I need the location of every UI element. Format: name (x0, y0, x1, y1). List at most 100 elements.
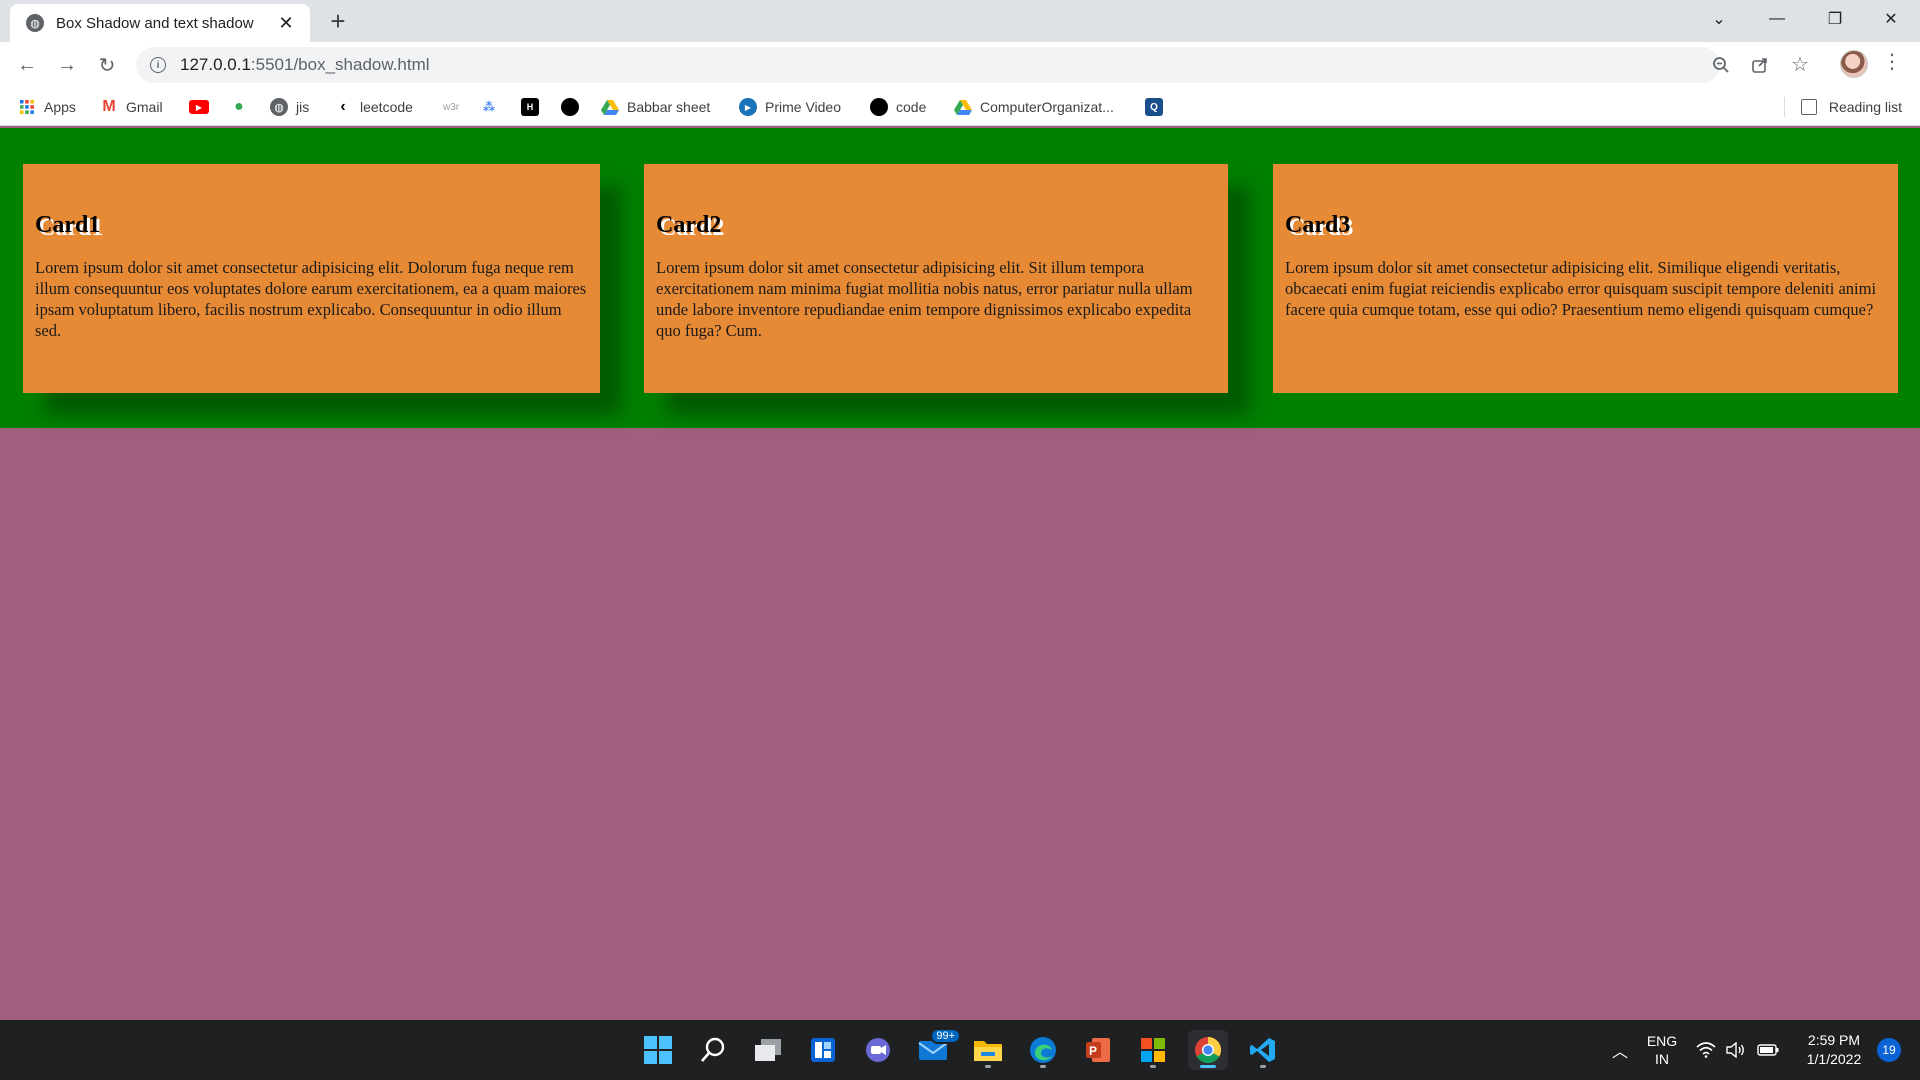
bookmark-graph[interactable]: ⁂ (480, 97, 506, 117)
close-window-button[interactable]: ✕ (1862, 0, 1920, 38)
bookmark-code[interactable]: code (870, 97, 926, 117)
tab-title: Box Shadow and text shadow (56, 14, 254, 32)
card-text: Lorem ipsum dolor sit amet consectetur a… (1285, 258, 1877, 319)
site-info-icon[interactable]: i (150, 57, 166, 73)
bookmark-label: leetcode (360, 99, 413, 115)
globe-icon: ◍ (270, 98, 288, 116)
widgets-icon[interactable] (803, 1030, 843, 1070)
search-icon[interactable] (693, 1030, 733, 1070)
teams-chat-icon[interactable] (858, 1030, 898, 1070)
mail-badge: 99+ (930, 1028, 961, 1044)
address-bar[interactable]: i 127.0.0.1:5501/box_shadow.html ☆ (136, 47, 1809, 83)
youtube-icon: ▶ (189, 100, 209, 114)
show-hidden-icons-chevron[interactable]: ︿ (1606, 1020, 1634, 1080)
clock-date: 1/1/2022 (1806, 1051, 1862, 1067)
clock[interactable]: 2:59 PM 1/1/2022 (1796, 1020, 1872, 1080)
bookmark-youtube[interactable]: ▶ (189, 97, 217, 117)
bookmark-computer-organization[interactable]: ComputerOrganizat... (954, 97, 1114, 117)
bookmark-label: Prime Video (765, 99, 842, 115)
minimize-button[interactable]: — (1748, 0, 1806, 38)
share-icon[interactable] (1749, 54, 1771, 76)
running-indicator (1150, 1065, 1156, 1068)
card-title: Card2 (656, 212, 722, 238)
profile-avatar[interactable] (1840, 50, 1868, 78)
forward-button[interactable]: → (53, 51, 81, 79)
github-icon (870, 98, 888, 116)
office-apps-icon[interactable] (1133, 1030, 1173, 1070)
url-path: :5501/box_shadow.html (250, 55, 430, 74)
reload-button[interactable]: ↻ (93, 51, 121, 79)
bookmark-label: Apps (44, 99, 76, 115)
bookmark-label: Gmail (126, 99, 163, 115)
search-bookmark-icon: Q (1145, 98, 1163, 116)
leetcode-icon: ‹ (340, 98, 346, 115)
battery-icon[interactable] (1756, 1020, 1780, 1080)
volume-icon[interactable] (1726, 1020, 1746, 1080)
apps-grid-icon (18, 98, 36, 116)
wifi-icon[interactable] (1696, 1020, 1716, 1080)
running-indicator (1040, 1065, 1046, 1068)
reading-list-icon (1800, 99, 1817, 115)
menu-kebab-icon[interactable]: ⋮ (1882, 52, 1902, 72)
powerpoint-icon[interactable]: P (1078, 1030, 1118, 1070)
url-text: 127.0.0.1:5501/box_shadow.html (180, 55, 430, 75)
bookmark-w3schools[interactable]: w3r (440, 97, 470, 117)
google-drive-icon (601, 98, 619, 116)
hackerrank-icon: H (521, 98, 539, 116)
task-view-icon[interactable] (748, 1030, 788, 1070)
restore-button[interactable]: ❐ (1806, 0, 1864, 38)
bookmark-maps[interactable]: ● (230, 97, 256, 117)
card-1: Card1 Lorem ipsum dolor sit amet consect… (23, 164, 600, 393)
file-explorer-icon[interactable] (968, 1030, 1008, 1070)
bookmark-label: code (896, 99, 927, 115)
reading-list-button[interactable]: Reading list (1783, 97, 1902, 117)
running-indicator (1200, 1065, 1216, 1068)
bookmark-gmail[interactable]: M Gmail (100, 97, 163, 117)
notification-center[interactable]: 19 (1876, 1020, 1902, 1080)
card-3: Card3 Lorem ipsum dolor sit amet consect… (1273, 164, 1898, 393)
zoom-icon[interactable] (1710, 54, 1732, 76)
edge-icon[interactable] (1023, 1030, 1063, 1070)
bookmarks-bar: Apps M Gmail ▶ ● ◍ jis ‹ leetcode w3r ⁂ … (0, 88, 1920, 126)
running-indicator (985, 1065, 991, 1068)
mail-icon[interactable]: 99+ (913, 1028, 961, 1070)
chrome-icon[interactable] (1188, 1030, 1228, 1070)
back-button[interactable]: ← (13, 51, 41, 79)
new-tab-button[interactable]: + (324, 7, 352, 35)
tab-search-chevron-icon[interactable]: ⌄ (1690, 0, 1748, 38)
vscode-icon[interactable] (1243, 1030, 1283, 1070)
bookmark-jis[interactable]: ◍ jis (270, 97, 309, 117)
card-title: Card3 (1285, 212, 1351, 238)
windows-taskbar: 99+ P ︿ ENG IN 2:59 PM 1/1/2022 19 (0, 1020, 1920, 1080)
bookmark-prime-video[interactable]: ▶ Prime Video (739, 97, 841, 117)
language-indicator[interactable]: ENG IN (1640, 1020, 1684, 1080)
bookmark-hackerrank[interactable]: H (521, 97, 547, 117)
bookmark-search[interactable]: Q (1145, 97, 1171, 117)
bookmark-github[interactable] (561, 97, 587, 117)
language-code: ENG (1646, 1033, 1678, 1049)
prime-video-icon: ▶ (739, 98, 757, 116)
gmail-icon: M (102, 98, 116, 115)
card-2: Card2 Lorem ipsum dolor sit amet consect… (644, 164, 1228, 393)
card-text: Lorem ipsum dolor sit amet consectetur a… (656, 258, 1193, 340)
bookmark-star-icon[interactable]: ☆ (1789, 53, 1811, 76)
graph-icon: ⁂ (482, 100, 496, 114)
bookmark-label: Babbar sheet (627, 99, 711, 115)
notification-count-badge: 19 (1877, 1038, 1901, 1062)
bookmark-apps[interactable]: Apps (18, 97, 76, 117)
card-title: Card1 (35, 212, 101, 238)
region-code: IN (1655, 1051, 1669, 1067)
globe-icon: ◍ (26, 14, 44, 32)
running-indicator (1260, 1065, 1266, 1068)
clock-time: 2:59 PM (1807, 1032, 1861, 1048)
close-tab-icon[interactable]: ✕ (276, 13, 296, 34)
reading-list-label: Reading list (1828, 99, 1902, 115)
bookmark-babbar-sheet[interactable]: Babbar sheet (601, 97, 710, 117)
bookmark-leetcode[interactable]: ‹ leetcode (334, 97, 413, 117)
maps-pin-icon: ● (234, 98, 244, 115)
bookmark-label: jis (296, 99, 310, 115)
browser-tab[interactable]: ◍ Box Shadow and text shadow ✕ (10, 4, 310, 42)
url-host: 127.0.0.1 (180, 55, 251, 74)
w3schools-icon: w3r (442, 101, 460, 113)
windows-start-icon[interactable] (638, 1030, 678, 1070)
